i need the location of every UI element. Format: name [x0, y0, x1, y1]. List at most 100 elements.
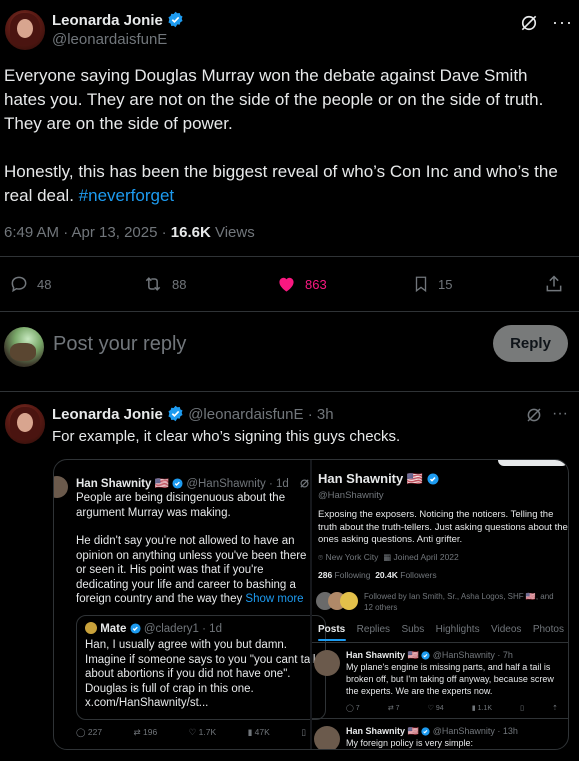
reply-input[interactable]: Post your reply: [53, 333, 186, 356]
tab-videos: Videos: [491, 624, 522, 635]
verified-badge-icon: [421, 651, 430, 660]
verified-badge-icon: [168, 11, 183, 28]
author-name[interactable]: Leonarda Jonie: [52, 12, 163, 29]
embed-repost-count: 196: [143, 727, 158, 737]
profile-name-row: Han Shawnity 🇺🇸: [318, 471, 439, 487]
post-reply-count: 7: [355, 705, 360, 712]
verified-badge-icon: [172, 478, 183, 489]
tab-replies: Replies: [356, 624, 391, 635]
reply-submit-button[interactable]: Reply: [493, 325, 568, 362]
followed-by-text: Followed by Ian Smith, Sr., Asha Logos, …: [364, 592, 554, 612]
repost-button[interactable]: 88: [142, 274, 186, 294]
post-meta: @HanShawnity · 7h: [432, 650, 513, 660]
post-header: Han Shawnity 🇺🇸 @HanShawnity · 13h: [346, 726, 518, 737]
post-like-count: 94: [435, 705, 444, 712]
bookmark-button[interactable]: 15: [412, 274, 452, 294]
embed-paragraph: People are being disingenuous about the …: [76, 492, 286, 519]
reply-author-row: Leonarda Jonie @leonardaisfunE · 3h: [52, 405, 334, 423]
followed-by-avatars: [316, 590, 362, 612]
profile-handle: @HanShawnity: [318, 490, 384, 501]
repost-icon: [145, 277, 161, 291]
tab-posts: Posts: [318, 624, 346, 635]
reply-author-handle[interactable]: @leonardaisfunE: [188, 406, 303, 423]
post-avatar: [314, 726, 340, 749]
repost-count: 88: [172, 276, 187, 292]
quote-author-handle: @cladery1 · 1d: [143, 623, 222, 635]
hashtag-link[interactable]: #neverforget: [79, 186, 174, 205]
profile-joined: Joined April 2022: [393, 552, 459, 562]
grok-icon: [300, 479, 309, 488]
embed-avatar: [54, 476, 68, 498]
divider: [312, 718, 568, 719]
profile-follow-counts: 286 Following 20.4K Followers: [318, 570, 437, 580]
reply-author-name[interactable]: Leonarda Jonie: [52, 406, 163, 423]
embed-repost-stat: ⇄ 196: [133, 727, 158, 737]
embed-like-stat: ♡ 1.7K: [188, 727, 217, 737]
tab-subs: Subs: [401, 624, 425, 635]
post-header: Han Shawnity 🇺🇸 @HanShawnity · 7h: [346, 650, 513, 661]
reply-icon: [11, 276, 27, 293]
embed-reply-count: 227: [87, 727, 103, 737]
author-name-row: Leonarda Jonie: [52, 11, 184, 29]
post-like-stat: ♡ 94: [427, 705, 444, 712]
embed-left-panel: Han Shawnity 🇺🇸 @HanShawnity · 1d People…: [54, 460, 326, 749]
embed-author-row: Han Shawnity 🇺🇸 @HanShawnity · 1d: [76, 476, 289, 490]
quote-author-name: Mate: [100, 623, 127, 635]
active-tab-indicator: [318, 639, 346, 641]
more-options-icon[interactable]: ···: [552, 12, 573, 33]
embed-right-panel: Han Shawnity 🇺🇸 @HanShawnity Exposing th…: [312, 460, 568, 749]
user-avatar[interactable]: [4, 327, 44, 367]
author-handle[interactable]: @leonardaisfunE: [52, 31, 167, 48]
verified-badge-icon: [168, 405, 183, 422]
views-label: Views: [210, 224, 255, 241]
divider: [0, 391, 579, 392]
tweet-meta: 6:49 AM · Apr 13, 2025 · 16.6K Views: [4, 224, 255, 241]
post-stats: ◯ 7 ⇄ 7 ♡ 94 ▮ 1.1K ▯ ⇡: [346, 704, 558, 712]
profile-location: New York City: [325, 552, 379, 562]
profile-name: Han Shawnity 🇺🇸: [318, 471, 424, 486]
embed-like-count: 1.7K: [198, 727, 217, 737]
divider: [0, 256, 579, 257]
reply-age[interactable]: · 3h: [308, 406, 334, 423]
author-avatar[interactable]: [5, 10, 45, 50]
reply-button[interactable]: 48: [9, 274, 51, 294]
verified-badge-icon: [427, 473, 439, 485]
reply-count: 48: [37, 276, 52, 292]
quote-author-row: Mate @cladery1 · 1d: [85, 622, 222, 635]
tweet-timestamp[interactable]: 6:49 AM · Apr 13, 2025 ·: [4, 224, 171, 241]
tweet-text-paragraph-1: Everyone saying Douglas Murray won the d…: [4, 66, 544, 133]
embed-author-name: Han Shawnity 🇺🇸: [76, 478, 169, 490]
embed-paragraph-2: He didn't say you're not allowed to have…: [76, 534, 316, 607]
quote-text: Han, I usually agree with you but damn. …: [85, 639, 319, 709]
panel-separator: [310, 460, 312, 749]
followers-label: Followers: [397, 570, 437, 580]
quoted-post: Mate @cladery1 · 1d Han, I usually agree…: [76, 615, 326, 720]
tweet-text-paragraph-2: Honestly, this has been the biggest reve…: [4, 160, 572, 208]
embed-reply-stat: ◯ 227: [76, 727, 103, 737]
grok-icon[interactable]: [519, 13, 539, 33]
more-options-icon[interactable]: ···: [552, 405, 568, 423]
verified-badge-icon: [130, 623, 141, 634]
heart-icon: [279, 277, 294, 292]
divider: [0, 311, 579, 312]
grok-icon[interactable]: [525, 406, 543, 424]
post-repost-stat: ⇄ 7: [387, 705, 400, 712]
embed-bookmark-icon: ▯: [301, 727, 306, 737]
tweet-body: Everyone saying Douglas Murray won the d…: [4, 64, 572, 208]
embed-views-count: 47K: [254, 727, 270, 737]
post-views-stat: ▮ 1.1K: [471, 705, 493, 712]
following-label: Following: [332, 570, 371, 580]
calendar-icon: ▦: [383, 552, 392, 562]
attached-image[interactable]: Han Shawnity 🇺🇸 @HanShawnity · 1d People…: [53, 459, 569, 750]
share-icon[interactable]: [544, 274, 564, 294]
verified-badge-icon: [421, 727, 430, 736]
reply-author-avatar[interactable]: [5, 404, 45, 444]
post-author: Han Shawnity 🇺🇸: [346, 650, 419, 660]
like-button[interactable]: 863: [276, 274, 327, 294]
post-views-count: 1.1K: [477, 705, 493, 712]
embed-stats: ◯ 227 ⇄ 196 ♡ 1.7K ▮ 47K ▯: [76, 727, 306, 738]
post-text: My plane's engine is missing parts, and …: [346, 662, 554, 696]
profile-bio: Exposing the exposers. Noticing the noti…: [318, 509, 568, 545]
follow-button-shape: [498, 460, 568, 466]
tab-photos: Photos: [532, 624, 564, 635]
